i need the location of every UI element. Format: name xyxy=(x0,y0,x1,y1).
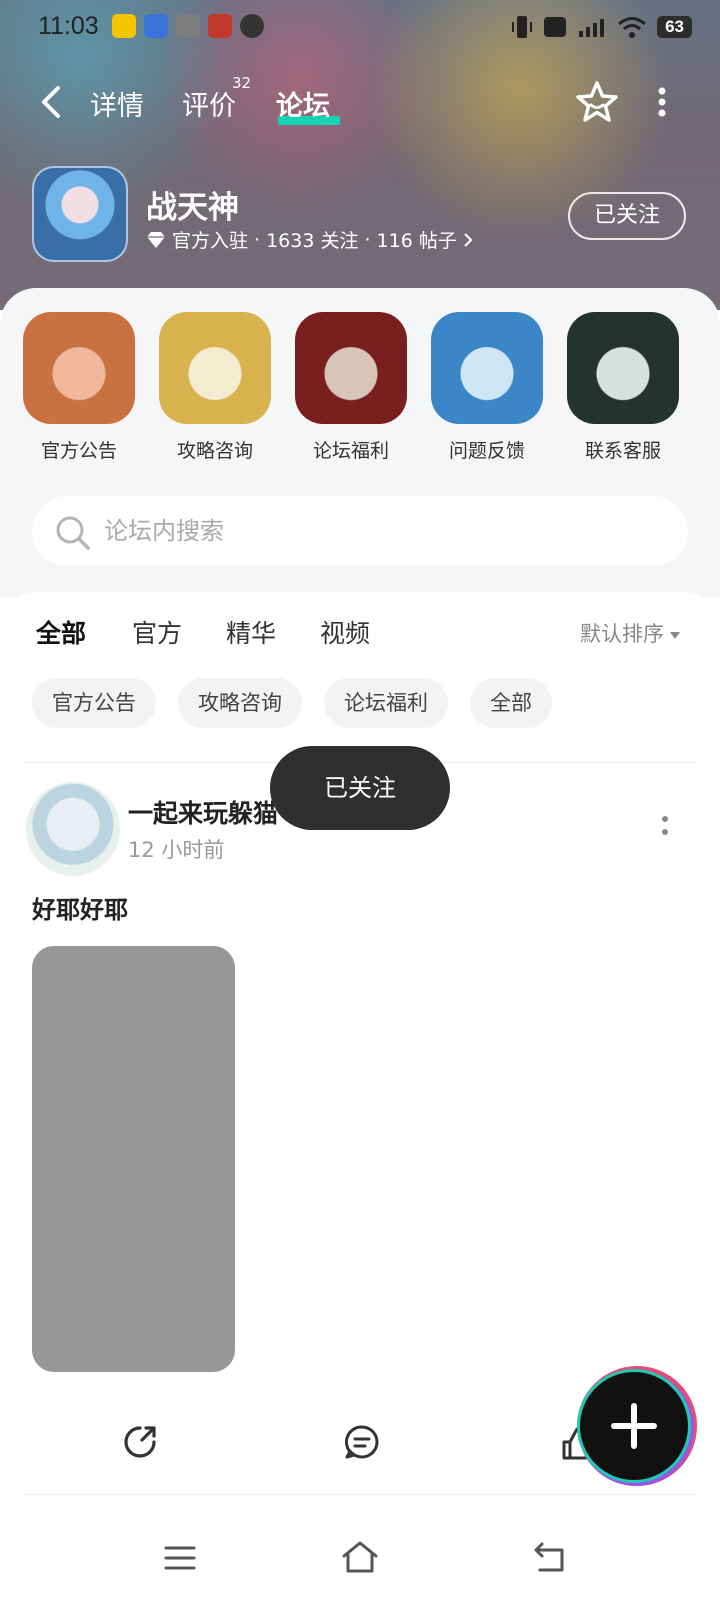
meta-separator-dot: · xyxy=(254,228,261,251)
hd-icon xyxy=(544,17,567,37)
app-notification-icon xyxy=(144,14,168,38)
chip-guides[interactable]: 攻略咨询 xyxy=(178,678,302,728)
wifi-icon xyxy=(618,17,647,38)
vibrate-icon xyxy=(512,16,533,38)
post-text: 好耶好耶 xyxy=(32,896,128,924)
system-nav-bar xyxy=(0,1530,720,1605)
posts-count[interactable]: 116 帖子 xyxy=(377,226,457,253)
shortcut-label: 论坛福利 xyxy=(312,440,389,462)
post-image[interactable] xyxy=(32,946,235,1372)
forum-header: 11:03 63 详情 评价 32 论坛 战天神 官方入驻 · 1633 关注 … xyxy=(0,0,720,310)
search-icon xyxy=(56,516,90,550)
shortcut-avatar xyxy=(23,312,135,424)
top-nav: 详情 评价 32 论坛 xyxy=(0,72,720,132)
shortcut-label: 攻略咨询 xyxy=(176,440,253,462)
status-right: 63 xyxy=(511,14,692,40)
game-meta: 官方入驻 · 1633 关注 · 116 帖子 xyxy=(146,226,473,253)
shortcut-avatar xyxy=(159,312,271,424)
status-bar: 11:03 63 xyxy=(0,0,720,56)
home-icon[interactable] xyxy=(340,1540,380,1574)
comment-icon[interactable] xyxy=(342,1422,382,1462)
follow-button[interactable]: 已关注 xyxy=(568,192,686,240)
shortcut-label: 问题反馈 xyxy=(448,440,525,462)
forum-content: 全部 官方 精华 视频 默认排序 官方公告 攻略咨询 论坛福利 全部 一起来玩躲… xyxy=(0,592,720,1492)
shortcut-row: 官方公告 攻略咨询 论坛福利 问题反馈 联系客服 xyxy=(0,312,720,462)
shortcut-benefits[interactable]: 论坛福利 xyxy=(294,312,408,463)
filter-tab-featured[interactable]: 精华 xyxy=(226,614,276,650)
shortcut-support[interactable]: 联系客服 xyxy=(566,312,680,463)
shortcut-avatar xyxy=(431,312,543,424)
shortcut-feedback[interactable]: 问题反馈 xyxy=(430,312,544,463)
divider xyxy=(24,1494,696,1495)
meta-separator-dot: · xyxy=(364,228,371,251)
more-options-icon[interactable] xyxy=(652,84,672,120)
back-icon[interactable] xyxy=(532,1540,566,1574)
game-info: 战天神 官方入驻 · 1633 关注 · 116 帖子 已关注 xyxy=(0,166,720,266)
sort-label: 默认排序 xyxy=(580,622,664,646)
followed-toast: 已关注 xyxy=(270,746,450,830)
sort-dropdown[interactable]: 默认排序 xyxy=(580,618,680,648)
menu-icon[interactable] xyxy=(164,1544,196,1572)
post-author[interactable]: 一起来玩躲猫 xyxy=(128,794,278,830)
back-arrow-icon[interactable] xyxy=(36,84,66,120)
shortcut-announcements[interactable]: 官方公告 xyxy=(22,312,136,463)
signal-icon xyxy=(579,19,605,37)
search-input[interactable] xyxy=(104,496,664,566)
eye-icon xyxy=(240,14,264,38)
notification-icons xyxy=(112,14,264,38)
game-title: 战天神 xyxy=(146,190,239,226)
chip-benefits[interactable]: 论坛福利 xyxy=(324,678,448,728)
post-time: 12 小时前 xyxy=(128,838,225,862)
weibo-icon xyxy=(112,14,136,38)
shortcut-label: 官方公告 xyxy=(40,440,117,462)
diamond-icon xyxy=(147,231,165,248)
filter-tab-video[interactable]: 视频 xyxy=(320,614,370,650)
new-post-button[interactable] xyxy=(580,1372,688,1480)
chip-all[interactable]: 全部 xyxy=(470,678,552,728)
star-face-icon[interactable] xyxy=(574,80,620,126)
plus-icon xyxy=(611,1403,657,1449)
caret-down-icon xyxy=(670,631,680,639)
shortcut-guides[interactable]: 攻略咨询 xyxy=(158,312,272,463)
tab-forum[interactable]: 论坛 xyxy=(276,84,330,123)
shortcut-avatar xyxy=(567,312,679,424)
shortcut-avatar xyxy=(295,312,407,424)
forum-search-bar[interactable] xyxy=(32,496,688,566)
chip-announcements[interactable]: 官方公告 xyxy=(32,678,156,728)
forum-sheet: 官方公告 攻略咨询 论坛福利 问题反馈 联系客服 xyxy=(0,288,720,598)
hot-icon xyxy=(208,14,232,38)
post-more-icon[interactable] xyxy=(660,814,670,840)
chevron-right-icon[interactable] xyxy=(463,232,473,248)
news-icon xyxy=(176,14,200,38)
author-avatar[interactable] xyxy=(26,782,120,876)
tab-details[interactable]: 详情 xyxy=(90,84,144,123)
filter-tab-all[interactable]: 全部 xyxy=(36,614,86,650)
official-label: 官方入驻 xyxy=(172,230,249,252)
status-time: 11:03 xyxy=(38,12,99,40)
reviews-count-badge: 32 xyxy=(232,74,252,92)
game-logo xyxy=(32,166,128,262)
tab-reviews[interactable]: 评价 xyxy=(182,84,236,123)
battery-level: 63 xyxy=(657,16,692,38)
filter-tab-official[interactable]: 官方 xyxy=(132,614,182,650)
shortcut-label: 联系客服 xyxy=(584,440,661,462)
share-icon[interactable] xyxy=(120,1422,160,1462)
followers-count: 1633 关注 xyxy=(266,230,359,252)
